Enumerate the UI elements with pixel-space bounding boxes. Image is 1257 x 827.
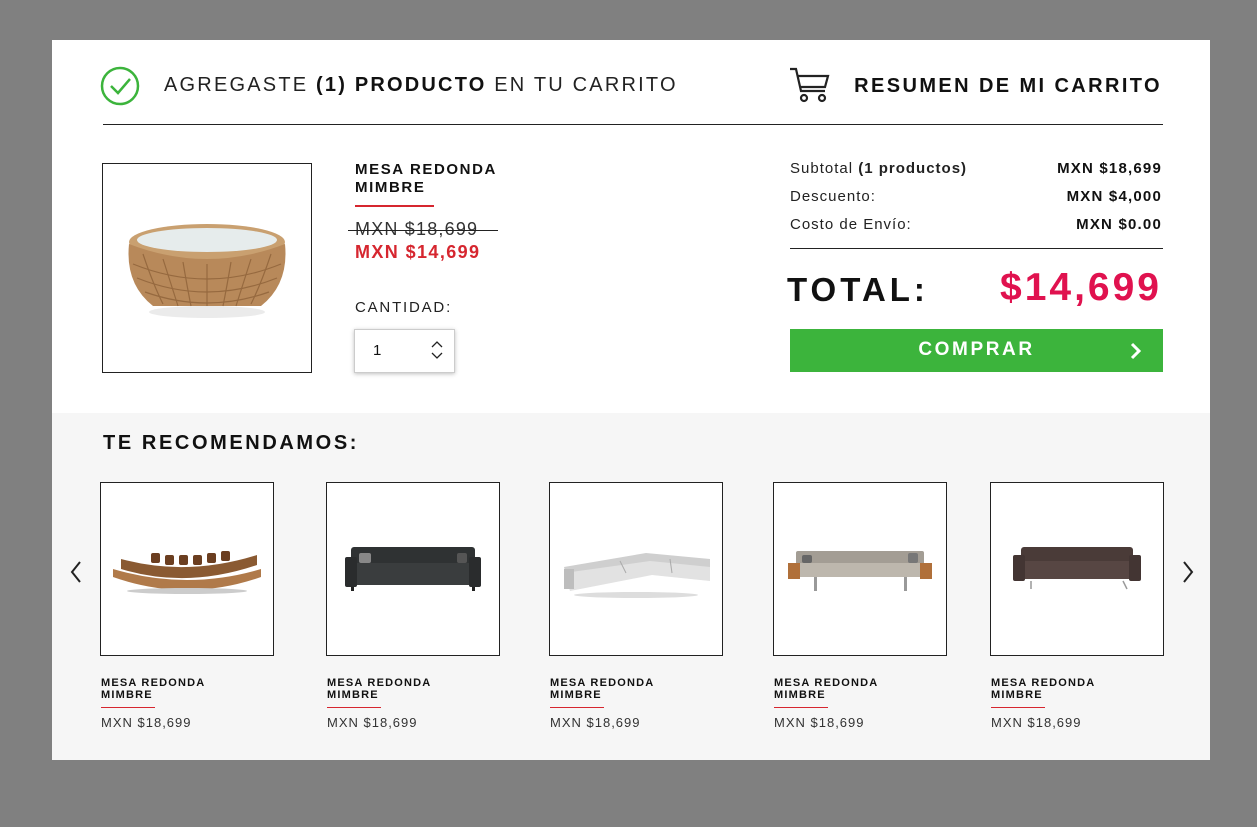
dark-brown-sofa-image — [1013, 547, 1141, 590]
summary-divider — [790, 248, 1163, 249]
recommendation-image[interactable] — [773, 482, 947, 656]
buy-button[interactable]: COMPRAR — [790, 329, 1163, 372]
cart-summary-section: AGREGASTE (1) PRODUCTO EN TU CARRITO RES… — [52, 40, 1210, 413]
cart-modal: AGREGASTE (1) PRODUCTO EN TU CARRITO RES… — [52, 40, 1210, 760]
recommendation-underline — [774, 707, 828, 708]
subtotal-count: (1 productos) — [858, 160, 968, 177]
product-name-underline — [355, 205, 434, 207]
chevron-up-icon[interactable] — [430, 339, 444, 349]
recommendation-image[interactable] — [549, 482, 723, 656]
recommendation-name[interactable]: MESA REDONDA MIMBRE — [101, 677, 261, 701]
chevron-down-icon[interactable] — [430, 351, 444, 361]
recommendation-name[interactable]: MESA REDONDA MIMBRE — [991, 677, 1151, 701]
discount-row: Descuento: MXN $4,000 — [790, 188, 1162, 208]
product-new-price: MXN $14,699 — [355, 242, 481, 262]
recommendation-image[interactable] — [100, 482, 274, 656]
recommendation-underline — [991, 707, 1045, 708]
recommendation-name[interactable]: MESA REDONDA MIMBRE — [327, 677, 487, 701]
recommendation-price: MXN $18,699 — [991, 715, 1082, 730]
product-image[interactable] — [102, 163, 312, 373]
recommendation-name[interactable]: MESA REDONDA MIMBRE — [774, 677, 934, 701]
discount-label: Descuento: — [790, 188, 876, 205]
curved-brown-sofa-image — [113, 551, 261, 594]
recommendations-title: TE RECOMENDAMOS: — [103, 432, 360, 454]
chevron-left-icon[interactable] — [68, 559, 84, 585]
old-price-strikethrough — [348, 230, 498, 231]
shipping-label: Costo de Envío: — [790, 216, 912, 233]
added-suffix: EN TU CARRITO — [486, 74, 678, 96]
added-to-cart-message: AGREGASTE (1) PRODUCTO EN TU CARRITO — [164, 74, 678, 97]
cart-icon[interactable] — [788, 66, 832, 104]
recommendation-name[interactable]: MESA REDONDA MIMBRE — [550, 677, 710, 701]
buy-button-label: COMPRAR — [918, 339, 1035, 360]
recommendations-section: TE RECOMENDAMOS: MESA REDONDA MIMBRE MXN… — [52, 413, 1210, 760]
chevron-right-icon — [1130, 342, 1142, 360]
recommendation-price: MXN $18,699 — [550, 715, 641, 730]
chevron-right-icon[interactable] — [1180, 559, 1196, 585]
total-label: TOTAL: — [787, 271, 929, 308]
subtotal-label: Subtotal (1 productos) — [790, 160, 967, 177]
discount-value: MXN $4,000 — [1066, 188, 1162, 205]
shipping-value: MXN $0.00 — [1076, 216, 1162, 233]
recommendation-image[interactable] — [990, 482, 1164, 656]
cart-summary-title: RESUMEN DE MI CARRITO — [854, 75, 1162, 97]
recommendation-price: MXN $18,699 — [101, 715, 192, 730]
added-count: (1) PRODUCTO — [316, 74, 487, 96]
black-leather-sofa-image — [345, 547, 481, 591]
subtotal-value: MXN $18,699 — [1057, 160, 1162, 177]
product-name[interactable]: MESA REDONDA MIMBRE — [355, 161, 555, 197]
subtotal-row: Subtotal (1 productos) MXN $18,699 — [790, 160, 1162, 180]
recommendation-image[interactable] — [326, 482, 500, 656]
recommendation-underline — [101, 707, 155, 708]
total-value: $14,699 — [1000, 266, 1162, 309]
recommendation-underline — [550, 707, 604, 708]
wicker-table-image — [128, 224, 286, 318]
recommendation-price: MXN $18,699 — [327, 715, 418, 730]
header-divider — [103, 124, 1163, 125]
quantity-label: CANTIDAD: — [355, 299, 453, 316]
quantity-input[interactable] — [373, 342, 413, 359]
recommendation-underline — [327, 707, 381, 708]
check-circle-icon — [100, 66, 140, 106]
shipping-row: Costo de Envío: MXN $0.00 — [790, 216, 1162, 236]
recommendation-price: MXN $18,699 — [774, 715, 865, 730]
subtotal-label-text: Subtotal — [790, 160, 859, 177]
beige-long-sofa-image — [788, 551, 932, 591]
white-sectional-sofa-image — [564, 553, 710, 598]
added-prefix: AGREGASTE — [164, 74, 317, 96]
quantity-stepper[interactable] — [354, 329, 455, 373]
